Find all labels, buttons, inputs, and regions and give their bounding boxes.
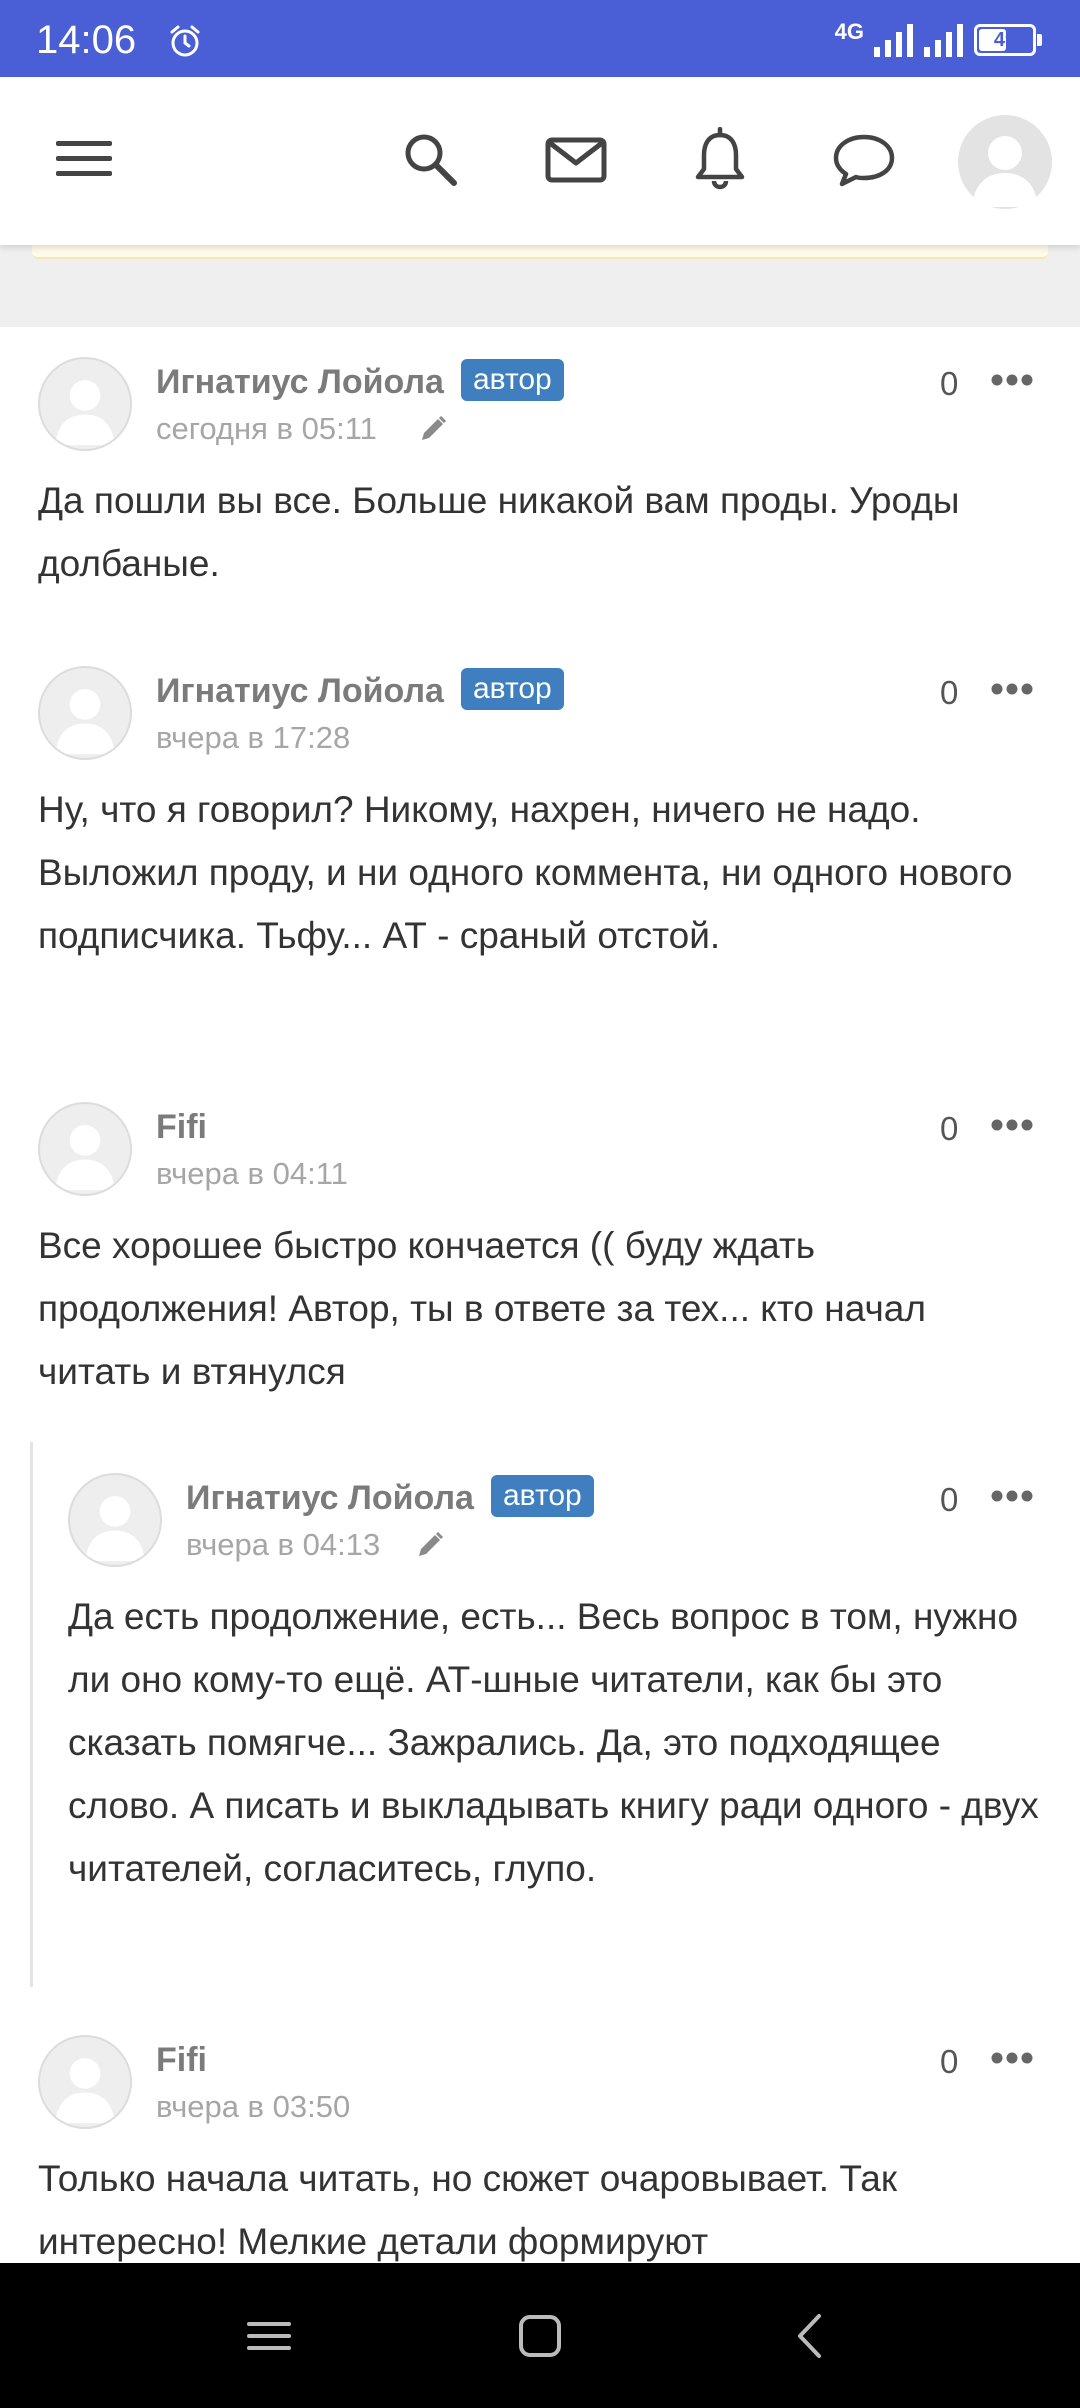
alarm-icon [170,25,200,57]
more-options-icon[interactable] [990,1489,1034,1503]
author-badge: автор [491,1475,594,1517]
pencil-icon [419,1531,444,1556]
comment-date: вчера в 04:11 [156,1156,348,1191]
avatar[interactable] [68,1473,162,1567]
vote-count: 0 [940,1481,959,1518]
signal-icon [874,24,913,57]
avatar[interactable] [38,666,132,760]
comment-date: вчера в 04:13 [186,1527,381,1562]
bell-icon[interactable] [688,127,752,191]
comment-author[interactable]: Игнатиус Лойола [156,672,444,711]
comment-text: Да пошли вы все. Больше никакой вам прод… [38,480,960,584]
comment-date: вчера в 17:28 [156,720,351,755]
battery-level: 49 [993,29,1017,51]
avatar[interactable] [38,357,132,451]
comment-text: Только начала читать, но сюжет очаровыва… [38,2158,898,2262]
more-options-icon[interactable] [990,373,1034,387]
comment-date: сегодня в 05:11 [156,411,377,446]
avatar[interactable] [38,1102,132,1196]
vote-count: 0 [940,1110,959,1147]
pencil-icon [422,415,447,440]
more-options-icon[interactable] [990,2051,1034,2065]
author-badge: автор [461,359,564,401]
battery-icon: 49 [974,24,1042,56]
vote-count: 0 [940,674,959,711]
reply-thread-line [30,1442,33,1987]
more-options-icon[interactable] [990,1118,1034,1132]
menu-icon[interactable] [52,127,116,191]
more-options-icon[interactable] [990,682,1034,696]
user-avatar[interactable] [958,115,1052,209]
system-nav-bar [0,2263,1080,2408]
vote-count: 0 [940,2043,959,2080]
comment-author[interactable]: Fifi [156,1108,207,1147]
comment-text: Да есть продолжение, есть... Весь вопрос… [68,1596,1039,1889]
search-icon[interactable] [398,127,462,191]
chat-icon[interactable] [832,127,896,191]
comment-author[interactable]: Игнатиус Лойола [156,363,444,402]
avatar[interactable] [38,2035,132,2129]
network-type: 4G [834,19,864,44]
signal-icon-2 [924,24,963,57]
home-icon[interactable] [515,2311,565,2361]
recent-apps-icon[interactable] [244,2311,294,2361]
author-badge: автор [461,668,564,710]
comment-author[interactable]: Fifi [156,2041,207,2080]
status-bar: 14:06 4G 49 [0,0,1080,77]
comment-text: Все хорошее быстро кончается (( буду жда… [38,1225,926,1392]
comment-date: вчера в 03:50 [156,2089,351,2124]
comment-author[interactable]: Игнатиус Лойола [186,1479,474,1518]
vote-count: 0 [940,365,959,402]
back-icon[interactable] [786,2311,836,2361]
status-time: 14:06 [36,18,137,62]
mail-icon[interactable] [544,127,608,191]
comment-text: Ну, что я говорил? Никому, нахрен, ничег… [38,789,1013,956]
notice-strip [32,245,1048,259]
app-header [0,77,1080,245]
